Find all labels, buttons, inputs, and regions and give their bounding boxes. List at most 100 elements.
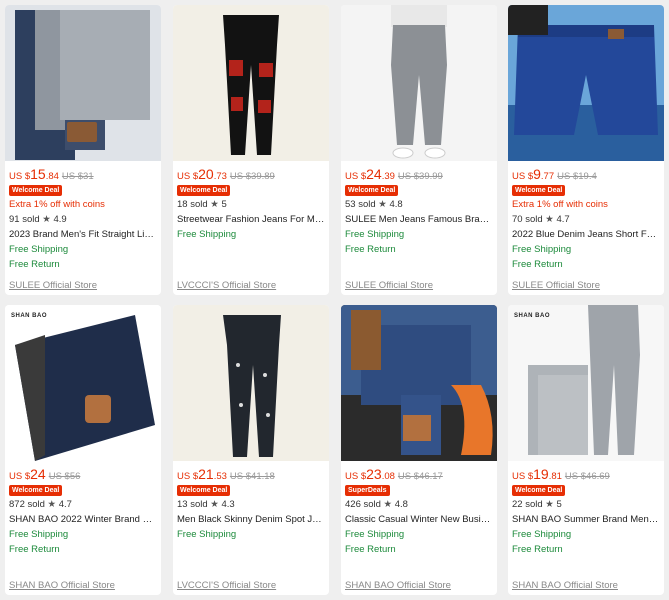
original-price: US $39.99 [397,171,443,182]
product-card[interactable]: US $20.73 US $39.89 Welcome Deal 18 sold ★ … [173,5,329,295]
store-link[interactable]: LVCCCI'S Official Store [177,280,276,291]
original-price: US $19.4 [557,171,597,182]
sold-rating: 70 sold ★ 4.7 [512,212,660,227]
star-icon: ★ [375,199,390,210]
price-main: 9 [533,166,541,182]
product-title[interactable]: SHAN BAO Summer Brand Men's F... [512,512,660,527]
rating-value: 4.8 [394,499,408,510]
free-shipping: Free Shipping [345,529,405,540]
store-link[interactable]: SHAN BAO Official Store [9,580,115,591]
product-card[interactable]: SHAN BAO US $24 US $56 Welcome Deal 872 sold… [5,305,161,595]
free-return: Free Return [9,544,60,555]
sold-rating: 22 sold ★ 5 [512,497,660,512]
store-link[interactable]: SHAN BAO Official Store [512,580,618,591]
price-currency: US $ [9,471,31,482]
product-image[interactable] [5,5,161,161]
product-card[interactable]: US $23.08 US $46.17 SuperDeals 426 sold ★ 4… [341,305,497,595]
star-icon: ★ [542,214,557,225]
product-title[interactable]: SHAN BAO 2022 Winter Brand Fit S... [9,512,157,527]
badge-row: Welcome Deal [9,482,157,497]
store-link[interactable]: SHAN BAO Official Store [345,580,451,591]
product-image[interactable]: SHAN BAO [5,305,161,461]
sold-count: 872 sold [9,499,45,510]
price-decimal: .77 [540,171,555,182]
sold-count: 426 sold [345,499,381,510]
brand-logo: SHAN BAO [514,313,551,319]
price-line: US $15.84 US $31 [9,166,157,183]
rating-value: 4.7 [58,499,72,510]
coins-offer: Extra 1% off with coins [512,199,608,210]
deal-badge: Welcome Deal [512,185,566,196]
rating-value: 4.8 [389,199,403,210]
price-decimal: .39 [381,171,395,182]
deal-badge: Welcome Deal [177,185,231,196]
product-image[interactable] [173,305,329,461]
sold-rating: 53 sold ★ 4.8 [345,197,493,212]
sold-count: 13 sold [177,499,208,510]
deal-badge: Welcome Deal [177,485,231,496]
sold-count: 70 sold [512,214,543,225]
product-title[interactable]: SULEE Men Jeans Famous Brand R... [345,212,493,227]
price-main: 15 [30,166,46,182]
star-icon: ★ [44,499,59,510]
product-image[interactable] [341,5,497,161]
product-card[interactable]: US $21.53 US $41.18 Welcome Deal 13 sold ★ … [173,305,329,595]
product-image[interactable] [341,305,497,461]
badge-row: Welcome Deal [345,182,493,197]
product-image[interactable] [508,5,664,161]
free-return: Free Return [512,544,563,555]
product-title[interactable]: Streetwear Fashion Jeans For Men ... [177,212,325,227]
price-decimal: .84 [45,171,59,182]
deal-badge: Welcome Deal [9,185,63,196]
product-card[interactable]: US $24.39 US $39.99 Welcome Deal 53 sold ★ … [341,5,497,295]
coins-offer: Extra 1% off with coins [9,199,105,210]
store-link[interactable]: SULEE Official Store [345,280,433,291]
free-shipping: Free Shipping [9,244,69,255]
product-title[interactable]: Men Black Skinny Denim Spot Jean... [177,512,325,527]
star-icon: ★ [542,499,557,510]
deal-badge: Welcome Deal [512,485,566,496]
price-currency: US $ [345,171,367,182]
store-link[interactable]: SULEE Official Store [512,280,600,291]
sold-rating: 872 sold ★ 4.7 [9,497,157,512]
badge-row: Welcome Deal [512,182,660,197]
original-price: US $56 [48,471,81,482]
store-link[interactable]: SULEE Official Store [9,280,97,291]
price-currency: US $ [177,471,199,482]
free-shipping: Free Shipping [345,229,405,240]
free-shipping: Free Shipping [9,529,69,540]
sold-count: 91 sold [9,214,40,225]
product-image[interactable] [173,5,329,161]
product-info: US $20.73 US $39.89 Welcome Deal 18 sold ★ … [173,161,329,242]
price-line: US $24.39 US $39.99 [345,166,493,183]
sold-rating: 18 sold ★ 5 [177,197,325,212]
brand-logo: SHAN BAO [11,313,48,319]
sold-rating: 91 sold ★ 4.9 [9,212,157,227]
price-main: 23 [366,466,382,482]
star-icon: ★ [39,214,54,225]
product-card[interactable]: US $9.77 US $19.4 Welcome Deal Extra 1% off… [508,5,664,295]
free-shipping: Free Shipping [177,529,237,540]
sold-rating: 426 sold ★ 4.8 [345,497,493,512]
free-return: Free Return [345,544,396,555]
price-line: US $9.77 US $19.4 [512,166,660,183]
product-image[interactable]: SHAN BAO [508,305,664,461]
price-currency: US $ [512,471,534,482]
product-card[interactable]: SHAN BAO US $19.81 US $46.69 Welcome Deal 22… [508,305,664,595]
sold-count: 22 sold [512,499,543,510]
product-info: US $15.84 US $31 Welcome Deal Extra 1% off … [5,161,161,272]
price-currency: US $ [177,171,199,182]
badge-row: Welcome Deal [9,182,157,197]
rating-value: 4.7 [556,214,570,225]
product-title[interactable]: 2023 Brand Men's Fit Straight Ligh... [9,227,157,242]
store-link[interactable]: LVCCCI'S Official Store [177,580,276,591]
product-title[interactable]: 2022 Blue Denim Jeans Short For ... [512,227,660,242]
price-currency: US $ [512,171,534,182]
product-title[interactable]: Classic Casual Winter New Busines... [345,512,493,527]
product-card[interactable]: US $15.84 US $31 Welcome Deal Extra 1% off … [5,5,161,295]
price-main: 24 [366,166,382,182]
product-info: US $19.81 US $46.69 Welcome Deal 22 sold ★ … [508,461,664,557]
product-info: US $9.77 US $19.4 Welcome Deal Extra 1% off… [508,161,664,272]
product-info: US $24 US $56 Welcome Deal 872 sold ★ 4.7 SH… [5,461,161,557]
price-decimal: .53 [213,471,227,482]
